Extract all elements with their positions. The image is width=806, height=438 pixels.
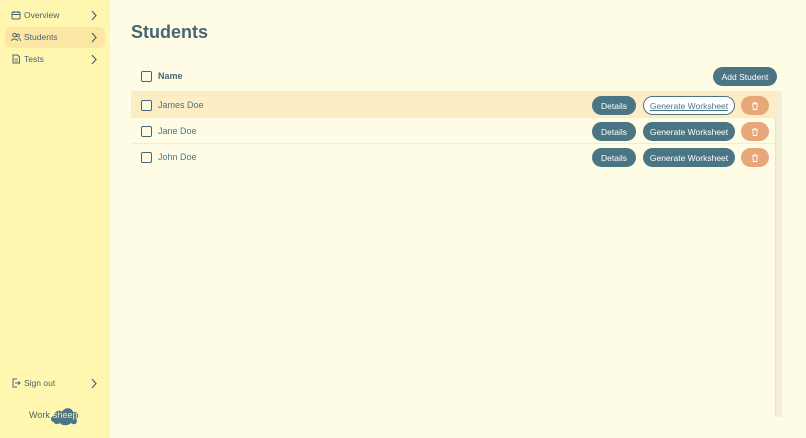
details-button[interactable]: Details — [592, 122, 636, 141]
chevron-right-icon — [91, 32, 97, 43]
generate-worksheet-button[interactable]: Generate Worksheet — [643, 122, 735, 141]
sidebar-item-overview[interactable]: Overview — [5, 5, 105, 26]
table-row: James Doe Details Generate Worksheet — [131, 91, 776, 117]
calendar-icon — [11, 11, 21, 20]
row-checkbox[interactable] — [141, 152, 152, 163]
main-content: Students Name Add Student James Doe Deta… — [110, 0, 806, 438]
sidebar-item-label: Tests — [24, 54, 44, 64]
table-header: Name Add Student — [132, 66, 778, 88]
add-student-button[interactable]: Add Student — [713, 67, 777, 86]
chevron-right-icon — [91, 54, 97, 65]
trash-icon — [752, 153, 758, 162]
sign-out-label: Sign out — [24, 378, 56, 388]
document-icon — [12, 54, 20, 64]
sidebar: Overview Students Tests Sign out Work sh… — [0, 0, 110, 438]
sidebar-item-tests[interactable]: Tests — [5, 49, 105, 70]
delete-button[interactable] — [741, 96, 769, 115]
details-button[interactable]: Details — [592, 148, 636, 167]
table-row: Jane Doe Details Generate Worksheet — [131, 117, 776, 143]
row-checkbox[interactable] — [141, 126, 152, 137]
sign-out-button[interactable]: Sign out — [5, 373, 105, 394]
delete-button[interactable] — [741, 148, 769, 167]
details-button[interactable]: Details — [592, 96, 636, 115]
trash-icon — [752, 127, 758, 136]
student-name[interactable]: James Doe — [158, 100, 204, 110]
chevron-right-icon — [91, 378, 97, 389]
student-name[interactable]: John Doe — [158, 152, 197, 162]
sidebar-item-label: Students — [24, 32, 58, 42]
column-header-name: Name — [158, 71, 183, 81]
delete-button[interactable] — [741, 122, 769, 141]
users-icon — [11, 32, 21, 42]
scrollbar[interactable] — [775, 91, 782, 417]
trash-icon — [752, 101, 758, 110]
generate-worksheet-button[interactable]: Generate Worksheet — [643, 96, 735, 115]
select-all-checkbox[interactable] — [141, 71, 152, 82]
row-checkbox[interactable] — [141, 100, 152, 111]
page-title: Students — [131, 22, 209, 42]
logo[interactable]: Work sheeps — [29, 405, 83, 427]
generate-worksheet-button[interactable]: Generate Worksheet — [643, 148, 735, 167]
logo-text-sheeps: sheeps — [53, 410, 83, 420]
sign-out-icon — [12, 378, 21, 388]
chevron-right-icon — [91, 10, 97, 21]
student-name[interactable]: Jane Doe — [158, 126, 197, 136]
sidebar-item-students[interactable]: Students — [5, 27, 105, 48]
logo-text-work: Work — [29, 410, 50, 420]
table-row: John Doe Details Generate Worksheet — [131, 143, 776, 169]
sidebar-item-label: Overview — [24, 10, 60, 20]
